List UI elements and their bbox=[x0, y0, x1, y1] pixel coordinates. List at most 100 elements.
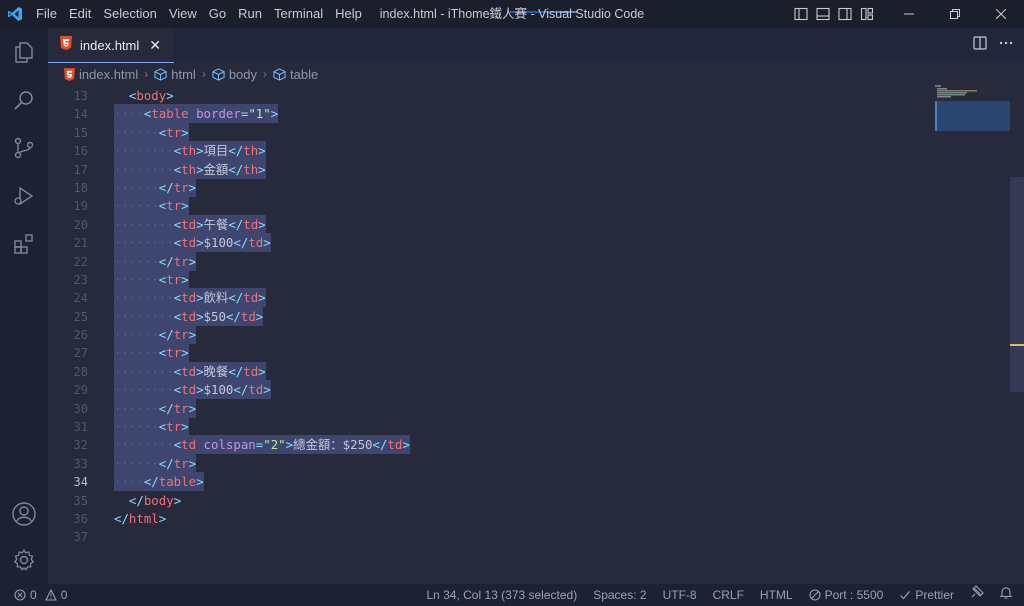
close-window-icon[interactable] bbox=[978, 0, 1024, 28]
tab-index-html[interactable]: index.html ✕ bbox=[48, 28, 174, 63]
menu-item-selection[interactable]: Selection bbox=[97, 0, 162, 28]
explorer-icon[interactable] bbox=[0, 28, 48, 76]
toggle-secondary-sidebar-icon[interactable] bbox=[834, 0, 856, 28]
selected-text: ······</tr> bbox=[114, 453, 197, 473]
selected-text: ········<td>$100</td> bbox=[114, 380, 271, 400]
code-token: tr bbox=[173, 455, 189, 471]
problems-indicator[interactable]: 0 0 bbox=[0, 588, 67, 602]
code-editor[interactable]: 13 14 15 16 17 18 19 20 21 22 23 24 25 26 27 28 29 30 31 32… bbox=[48, 85, 1024, 584]
code-line[interactable]: ······<tr> bbox=[114, 196, 410, 216]
breadcrumb-file[interactable]: index.html bbox=[64, 67, 138, 82]
settings-gear-icon[interactable] bbox=[0, 536, 48, 584]
code-line[interactable]: ······</tr> bbox=[114, 453, 410, 473]
code-line[interactable]: ········<td>$100</td> bbox=[114, 233, 410, 253]
minimap[interactable] bbox=[935, 85, 1010, 145]
line-number: 30 bbox=[73, 401, 88, 416]
source-control-icon[interactable] bbox=[0, 124, 48, 172]
indent-whitespace: ······ bbox=[114, 400, 159, 416]
file-encoding[interactable]: UTF-8 bbox=[655, 584, 705, 606]
notifications-bell-icon[interactable] bbox=[992, 584, 1024, 606]
breadcrumb-body[interactable]: body bbox=[212, 67, 257, 82]
code-line[interactable]: ······</tr> bbox=[114, 251, 410, 271]
prettier-status[interactable]: Prettier bbox=[891, 584, 962, 606]
run-debug-icon[interactable] bbox=[0, 172, 48, 220]
restore-icon[interactable] bbox=[932, 0, 978, 28]
code-line[interactable]: ······<tr> bbox=[114, 122, 410, 142]
accounts-icon[interactable] bbox=[0, 490, 48, 538]
code-token: td bbox=[181, 216, 197, 232]
line-number-gutter: 13 14 15 16 17 18 19 20 21 22 23 24 25 26 27 28 29 30 31 32… bbox=[48, 87, 88, 547]
editor-actions bbox=[972, 28, 1014, 63]
toggle-sidebar-icon[interactable] bbox=[790, 0, 812, 28]
code-token: </ bbox=[233, 382, 249, 398]
code-line[interactable]: ········<td>飲料</td> bbox=[114, 288, 410, 308]
menu-item-run[interactable]: Run bbox=[232, 0, 268, 28]
line-number: 26 bbox=[73, 328, 88, 343]
code-token: </ bbox=[225, 308, 241, 324]
code-line[interactable]: ········<td>午餐</td> bbox=[114, 214, 410, 234]
menu-item-edit[interactable]: Edit bbox=[63, 0, 97, 28]
code-line[interactable]: ······<tr> bbox=[114, 417, 410, 437]
end-of-line[interactable]: CRLF bbox=[705, 584, 752, 606]
menu-item-terminal[interactable]: Terminal bbox=[268, 0, 329, 28]
code-lines[interactable]: <body> ····<table border="1"> ······<tr> ··… bbox=[114, 87, 410, 547]
code-token: </ bbox=[233, 235, 249, 251]
breadcrumb-table[interactable]: table bbox=[273, 67, 318, 82]
language-mode[interactable]: HTML bbox=[752, 584, 801, 606]
code-line[interactable]: ······</tr> bbox=[114, 325, 410, 345]
menu-item-file[interactable]: File bbox=[30, 0, 63, 28]
line-number: 27 bbox=[73, 346, 88, 361]
code-token: > bbox=[188, 455, 197, 471]
breadcrumb-label: html bbox=[171, 66, 196, 82]
code-line[interactable]: ········<td colspan="2">總金額：$250</td> bbox=[114, 435, 410, 455]
more-actions-icon[interactable] bbox=[998, 35, 1014, 56]
cursor-position[interactable]: Ln 34, Col 13 (373 selected) bbox=[418, 584, 585, 606]
code-line[interactable]: ····</table> bbox=[114, 472, 410, 492]
split-editor-icon[interactable] bbox=[972, 35, 988, 56]
vertical-scrollbar[interactable] bbox=[1010, 85, 1024, 584]
code-token: > bbox=[181, 419, 189, 435]
code-line[interactable] bbox=[114, 528, 410, 546]
line-number: 33 bbox=[73, 456, 88, 471]
code-line[interactable]: ······<tr> bbox=[114, 269, 410, 289]
code-token: tr bbox=[166, 271, 182, 287]
close-tab-icon[interactable]: ✕ bbox=[149, 37, 161, 54]
error-icon bbox=[14, 589, 26, 601]
warning-icon bbox=[44, 589, 57, 601]
code-line[interactable]: ········<td>$50</td> bbox=[114, 306, 410, 326]
code-token: > bbox=[196, 474, 204, 490]
toggle-panel-icon[interactable] bbox=[812, 0, 834, 28]
code-token: td bbox=[243, 216, 259, 232]
code-line[interactable]: ········<th>金額</th> bbox=[114, 159, 410, 179]
code-line[interactable]: ········<td>晚餐</td> bbox=[114, 361, 410, 381]
code-token: th bbox=[181, 161, 197, 177]
code-token: tr bbox=[166, 419, 182, 435]
extensions-icon[interactable] bbox=[0, 220, 48, 268]
menu-item-view[interactable]: View bbox=[163, 0, 203, 28]
indentation[interactable]: Spaces: 2 bbox=[585, 584, 654, 606]
code-line[interactable]: ········<th>項目</th> bbox=[114, 141, 410, 161]
search-icon[interactable] bbox=[0, 76, 48, 124]
code-line[interactable]: ········<td>$100</td> bbox=[114, 380, 410, 400]
menu-item-go[interactable]: Go bbox=[203, 0, 232, 28]
feedback-icon[interactable] bbox=[962, 584, 992, 606]
breadcrumb-html[interactable]: html bbox=[154, 67, 196, 82]
code-line[interactable]: ····<table border="1"> bbox=[114, 104, 410, 124]
code-line[interactable]: ······</tr> bbox=[114, 398, 410, 418]
indent-whitespace: ········ bbox=[114, 216, 174, 232]
code-line[interactable]: </html> bbox=[114, 510, 410, 528]
code-line[interactable]: ······</tr> bbox=[114, 177, 410, 197]
scrollbar-thumb[interactable] bbox=[1010, 177, 1024, 392]
customize-layout-icon[interactable] bbox=[856, 0, 878, 28]
live-server-port[interactable]: Port : 5500 bbox=[801, 584, 892, 606]
breadcrumb-label: table bbox=[290, 66, 319, 82]
menu-item-help[interactable]: Help bbox=[329, 0, 368, 28]
code-line[interactable]: </body> bbox=[114, 492, 410, 510]
code-token: table bbox=[151, 106, 189, 122]
minimize-icon[interactable] bbox=[886, 0, 932, 28]
title-bar: File Edit Selection View Go Run Terminal Help i… bbox=[0, 0, 1024, 28]
line-number: 13 bbox=[73, 89, 88, 103]
selected-text: ········<td>晚餐</td> bbox=[114, 361, 266, 381]
code-line[interactable]: <body> bbox=[114, 87, 410, 105]
code-line[interactable]: ······<tr> bbox=[114, 343, 410, 363]
